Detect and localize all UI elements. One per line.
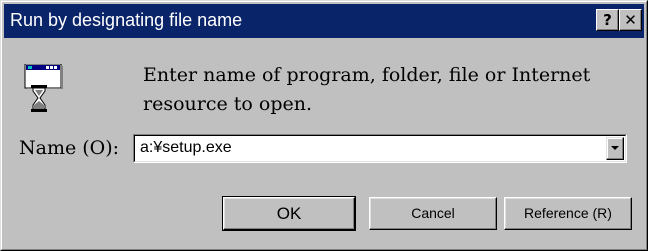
help-button[interactable]: ? — [596, 9, 619, 31]
run-dialog: Run by designating file name ? ✕ Enter n… — [0, 0, 648, 251]
close-button[interactable]: ✕ — [619, 9, 642, 31]
title-bar[interactable]: Run by designating file name ? ✕ — [4, 4, 644, 38]
cancel-button[interactable]: Cancel — [369, 197, 497, 230]
dialog-title: Run by designating file name — [10, 10, 243, 30]
dropdown-arrow-icon[interactable] — [606, 137, 624, 160]
run-program-icon — [23, 63, 63, 112]
ok-button[interactable]: OK — [222, 196, 356, 231]
instruction-text: Enter name of program, folder, file or I… — [143, 64, 591, 115]
name-combobox-field[interactable]: a:¥setup.exe — [134, 135, 626, 162]
name-label: Name (O): — [19, 137, 120, 159]
reference-button[interactable]: Reference (R) — [504, 197, 632, 230]
name-combobox[interactable]: a:¥setup.exe — [133, 134, 627, 163]
name-input[interactable]: a:¥setup.exe — [140, 139, 232, 157]
